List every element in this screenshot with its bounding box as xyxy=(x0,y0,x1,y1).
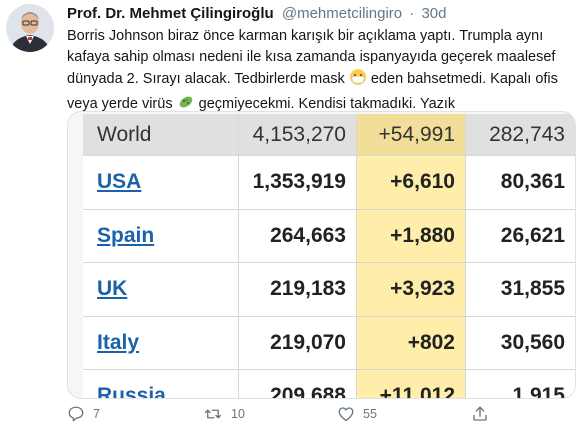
total-deaths: 26,621 xyxy=(465,209,575,262)
new-cases: +802 xyxy=(356,316,465,369)
world-label: World xyxy=(97,122,152,146)
avatar-image xyxy=(6,4,54,52)
share-icon xyxy=(473,406,487,421)
reply-button[interactable]: 7 xyxy=(67,405,100,423)
retweet-icon xyxy=(204,409,222,419)
avatar[interactable] xyxy=(6,4,54,52)
country-link: USA xyxy=(97,170,142,194)
new-cases: +3,923 xyxy=(356,263,465,316)
tweet-image[interactable]: World 4,153,270 +54,991 282,743 USA 1,35… xyxy=(67,111,576,399)
tweet-header: Prof. Dr. Mehmet Çilingiroğlu @mehmetcil… xyxy=(67,5,447,22)
new-cases: +11,012 xyxy=(356,370,465,398)
table-row-world: World 4,153,270 +54,991 282,743 xyxy=(83,114,575,156)
country-link: Spain xyxy=(97,223,155,247)
country-link: UK xyxy=(97,277,128,301)
table-row: Spain 264,663 +1,880 26,621 xyxy=(83,209,575,263)
total-deaths: 31,855 xyxy=(465,263,575,316)
author-name[interactable]: Prof. Dr. Mehmet Çilingiroğlu xyxy=(67,5,274,22)
header-separator: · xyxy=(409,5,415,22)
country-link: Italy xyxy=(97,330,140,354)
table-row: USA 1,353,919 +6,610 80,361 xyxy=(83,156,575,210)
author-handle[interactable]: @mehmetcilingiro xyxy=(282,5,402,22)
total-deaths: 30,560 xyxy=(465,316,575,369)
total-cases: 1,353,919 xyxy=(238,156,356,209)
total-cases: 219,070 xyxy=(238,316,356,369)
new-cases: +6,610 xyxy=(356,156,465,209)
table-row: UK 219,183 +3,923 31,855 xyxy=(83,263,575,317)
heart-icon xyxy=(338,407,354,422)
like-button[interactable]: 55 xyxy=(337,405,377,423)
mask-face-emoji-icon xyxy=(349,68,367,93)
world-total-deaths: 282,743 xyxy=(465,114,575,155)
reply-count: 7 xyxy=(93,407,100,421)
tweet-text-part3: geçmiyecekmi. Kendisi takmadıki. Yazık xyxy=(194,96,456,112)
world-total-cases: 4,153,270 xyxy=(238,114,356,155)
country-link: Russia xyxy=(97,384,166,398)
total-cases: 219,183 xyxy=(238,263,356,316)
total-deaths: 80,361 xyxy=(465,156,575,209)
table-row: Russia 209,688 +11,012 1,915 xyxy=(83,370,575,398)
reply-icon xyxy=(68,406,84,422)
covid-stats-table: World 4,153,270 +54,991 282,743 USA 1,35… xyxy=(83,114,575,398)
world-new-cases: +54,991 xyxy=(356,114,465,155)
share-button[interactable] xyxy=(471,405,497,423)
new-cases: +1,880 xyxy=(356,209,465,262)
retweet-button[interactable]: 10 xyxy=(203,405,245,423)
table-row: Italy 219,070 +802 30,560 xyxy=(83,316,575,370)
tweet-actions: 7 10 55 xyxy=(67,403,547,427)
total-cases: 264,663 xyxy=(238,209,356,262)
total-cases: 209,688 xyxy=(238,370,356,398)
total-deaths: 1,915 xyxy=(465,370,575,398)
like-count: 55 xyxy=(363,407,377,421)
tweet-time[interactable]: 30d xyxy=(421,5,446,22)
retweet-count: 10 xyxy=(231,407,245,421)
tweet-text: Borris Johnson biraz önce karman karışık… xyxy=(67,26,572,118)
